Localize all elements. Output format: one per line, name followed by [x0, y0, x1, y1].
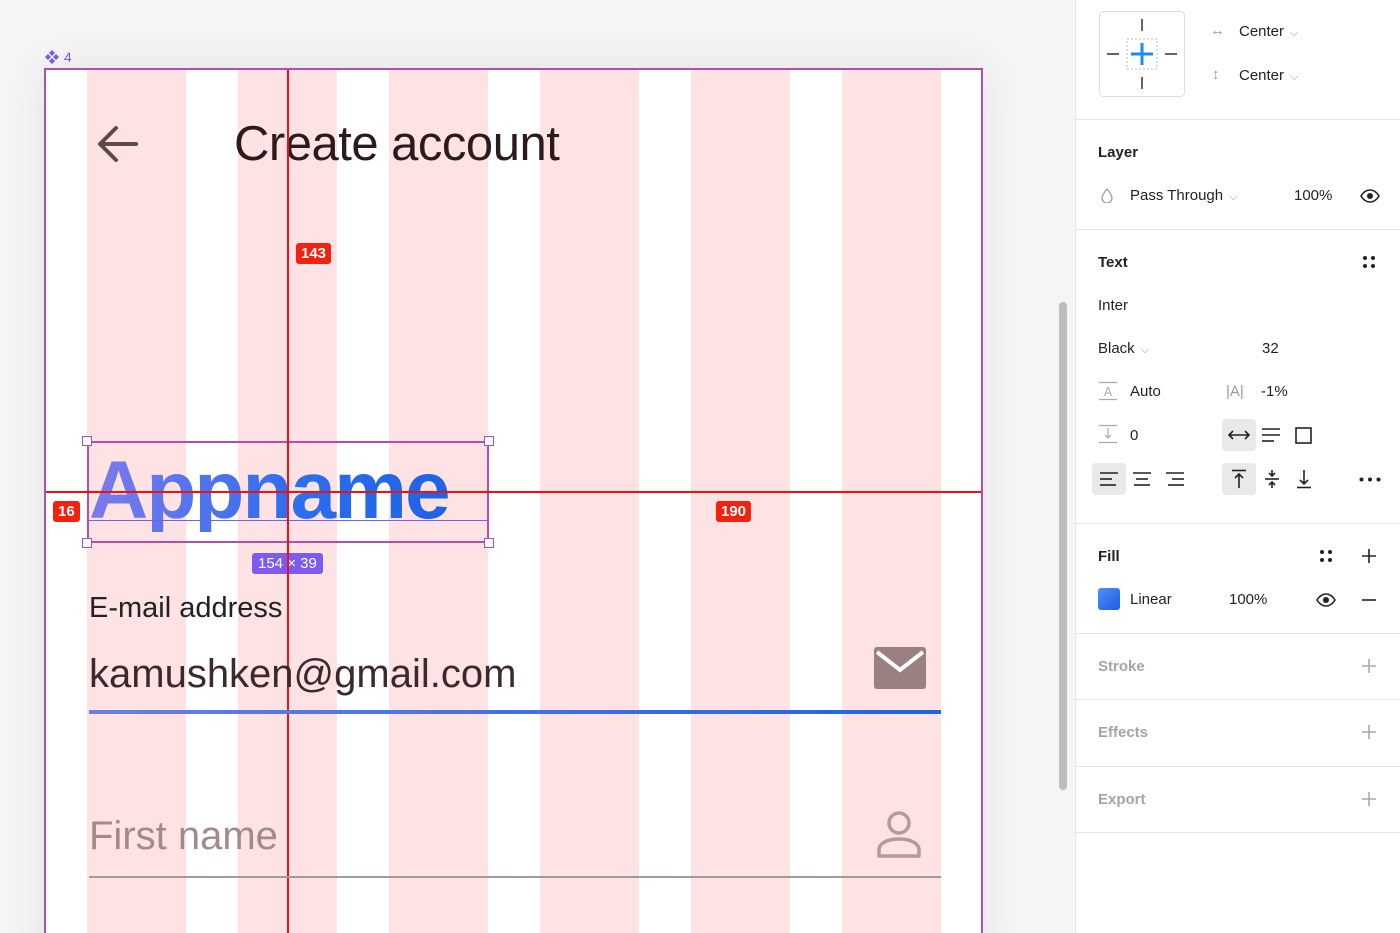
align-top-button[interactable]	[1222, 463, 1256, 495]
add-fill-icon[interactable]	[1361, 548, 1377, 564]
text-section: Text Inter Black ⌵ 32 A Auto |A| -1% 0	[1076, 230, 1400, 524]
resize-handle-top-left[interactable]	[82, 436, 92, 446]
chevron-down-icon: ⌵	[1290, 71, 1299, 83]
properties-panel: ↔ Center ⌵ ↕ Center ⌵ Layer Pass Through ⌵ …	[1075, 0, 1400, 933]
remove-fill-icon[interactable]	[1361, 598, 1377, 602]
grid-column	[540, 70, 639, 933]
stroke-section-title: Stroke	[1098, 658, 1145, 675]
page-title: Create account	[234, 117, 560, 171]
chevron-down-icon: ⌵	[1229, 191, 1238, 203]
export-section: Export	[1076, 767, 1400, 833]
align-top-icon	[1232, 469, 1246, 488]
add-stroke-icon[interactable]	[1361, 658, 1377, 674]
canvas-scrollbar[interactable]	[1059, 302, 1067, 790]
export-section-title: Export	[1098, 791, 1146, 808]
horizontal-constraint-value: Center	[1239, 23, 1285, 40]
blend-mode-select[interactable]: Pass Through ⌵	[1130, 187, 1237, 204]
layer-section-title: Layer	[1098, 144, 1139, 161]
constraints-widget-icon[interactable]	[1099, 11, 1185, 97]
auto-width-button[interactable]	[1222, 419, 1256, 451]
svg-text:A: A	[1104, 385, 1113, 399]
add-effect-icon[interactable]	[1361, 724, 1377, 740]
align-right-icon[interactable]	[1165, 472, 1185, 486]
font-size-input[interactable]: 32	[1262, 340, 1279, 357]
grid-column	[842, 70, 941, 933]
layer-opacity-input[interactable]: 100%	[1294, 187, 1332, 204]
chevron-down-icon: ⌵	[1140, 344, 1150, 356]
auto-height-icon[interactable]	[1261, 428, 1281, 442]
measure-guide-vertical	[287, 70, 289, 933]
first-name-input[interactable]: First name	[89, 814, 278, 859]
constraints-section: ↔ Center ⌵ ↕ Center ⌵	[1076, 0, 1400, 120]
fill-color-swatch[interactable]	[1098, 588, 1120, 610]
paragraph-spacing-icon	[1099, 424, 1117, 444]
line-height-input[interactable]: Auto	[1130, 383, 1161, 400]
component-icon	[45, 50, 59, 64]
resize-handle-bottom-left[interactable]	[82, 538, 92, 548]
vertical-constraint-icon: ↕	[1212, 66, 1220, 83]
email-label: E-mail address	[89, 592, 283, 624]
align-middle-icon[interactable]	[1264, 469, 1280, 489]
fill-styles-icon[interactable]	[1319, 549, 1333, 563]
person-icon	[877, 811, 921, 858]
horizontal-constraint-icon: ↔	[1210, 22, 1225, 39]
font-family-select[interactable]: Inter	[1098, 297, 1128, 314]
text-section-title: Text	[1098, 254, 1128, 271]
blend-mode-value: Pass Through	[1130, 187, 1224, 204]
font-weight-value: Black	[1098, 340, 1135, 357]
line-height-icon: A	[1099, 381, 1117, 401]
letter-spacing-input[interactable]: -1%	[1261, 383, 1288, 400]
measure-guide-horizontal	[46, 491, 981, 493]
frame-label-text: 4	[64, 49, 72, 65]
align-left-icon	[1100, 472, 1118, 486]
stroke-section: Stroke	[1076, 634, 1400, 700]
add-export-icon[interactable]	[1361, 791, 1377, 807]
effects-section: Effects	[1076, 700, 1400, 767]
frame-label[interactable]: 4	[45, 49, 72, 65]
text-styles-icon[interactable]	[1362, 255, 1376, 269]
vertical-constraint-select[interactable]: Center ⌵	[1239, 67, 1298, 84]
eye-icon[interactable]	[1316, 593, 1336, 607]
letter-spacing-icon: |A|	[1226, 383, 1244, 400]
font-weight-select[interactable]: Black ⌵	[1098, 340, 1149, 357]
fill-opacity-input[interactable]: 100%	[1229, 591, 1267, 608]
fill-section-title: Fill	[1098, 548, 1120, 565]
auto-width-icon	[1228, 430, 1250, 440]
fill-section: Fill Linear 100%	[1076, 524, 1400, 634]
blend-drop-icon	[1101, 188, 1113, 203]
resize-handle-top-right[interactable]	[484, 436, 494, 446]
more-options-icon[interactable]	[1359, 477, 1381, 482]
layer-section: Layer Pass Through ⌵ 100%	[1076, 120, 1400, 230]
artboard-frame[interactable]: Create account Appname 154 × 39 143 16 1…	[44, 68, 983, 933]
measure-badge-right: 190	[716, 501, 752, 522]
back-arrow-icon[interactable]	[96, 122, 140, 166]
horizontal-constraint-select[interactable]: Center ⌵	[1239, 23, 1298, 40]
vertical-constraint-value: Center	[1239, 67, 1285, 84]
align-bottom-icon[interactable]	[1296, 469, 1312, 489]
align-center-icon[interactable]	[1132, 472, 1152, 486]
paragraph-spacing-input[interactable]: 0	[1130, 427, 1138, 444]
align-left-button[interactable]	[1092, 463, 1126, 495]
effects-section-title: Effects	[1098, 724, 1149, 741]
mail-icon	[874, 647, 926, 689]
measure-badge-left: 16	[53, 501, 80, 522]
chevron-down-icon: ⌵	[1290, 27, 1299, 39]
first-name-underline	[89, 876, 941, 878]
email-underline	[89, 710, 941, 714]
fill-type-value[interactable]: Linear	[1130, 591, 1172, 608]
design-canvas[interactable]: 4 Create account Appname 154 × 39 143 16…	[0, 0, 1075, 933]
resize-handle-bottom-right[interactable]	[484, 538, 494, 548]
fixed-size-icon[interactable]	[1295, 427, 1312, 444]
eye-icon[interactable]	[1360, 189, 1380, 203]
measure-badge-top: 143	[296, 243, 332, 264]
email-input[interactable]: kamushken@gmail.com	[89, 652, 516, 697]
